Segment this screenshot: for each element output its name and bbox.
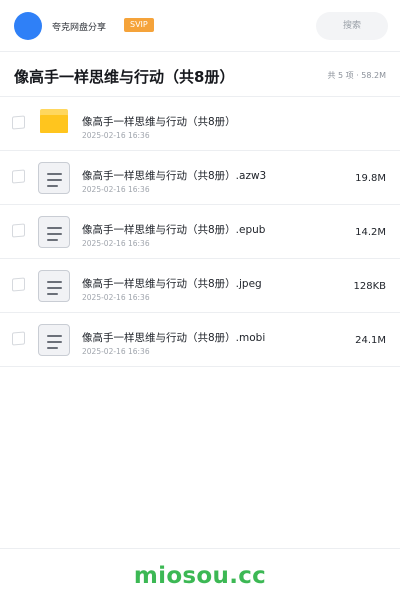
- select-checkbox[interactable]: [12, 223, 25, 238]
- file-size: 19.8M: [355, 173, 386, 184]
- file-date: 2025-02-16 16:36: [82, 347, 150, 356]
- file-name: 像高手一样思维与行动（共8册）.jpeg: [82, 278, 262, 290]
- app: 夸克网盘分享 SVIP 像高手一样思维与行动（共8册） 共 5 项 · 58.2…: [0, 0, 400, 600]
- document-icon: [37, 269, 71, 303]
- document-icon: [37, 323, 71, 357]
- footer: miosou.cc: [0, 548, 400, 600]
- select-checkbox[interactable]: [12, 169, 25, 184]
- username: 夸克网盘分享: [52, 23, 107, 33]
- search-input[interactable]: [316, 12, 388, 40]
- header: 夸克网盘分享 SVIP: [0, 0, 400, 52]
- avatar[interactable]: [14, 12, 42, 40]
- file-date: 2025-02-16 16:36: [82, 293, 150, 302]
- watermark-logo: miosou.cc: [133, 563, 267, 589]
- file-date: 2025-02-16 16:36: [82, 239, 150, 248]
- file-name: 像高手一样思维与行动（共8册）.mobi: [82, 332, 266, 344]
- file-row[interactable]: 像高手一样思维与行动（共8册）.azw3 2025-02-16 16:36 19…: [0, 151, 400, 205]
- file-name: 像高手一样思维与行动（共8册）.epub: [82, 224, 266, 236]
- file-row[interactable]: 像高手一样思维与行动（共8册）.epub 2025-02-16 16:36 14…: [0, 205, 400, 259]
- file-row[interactable]: 像高手一样思维与行动（共8册） 2025-02-16 16:36: [0, 97, 400, 151]
- select-checkbox[interactable]: [12, 331, 25, 346]
- file-size: 14.2M: [355, 227, 386, 238]
- file-row[interactable]: 像高手一样思维与行动（共8册）.mobi 2025-02-16 16:36 24…: [0, 313, 400, 367]
- item-summary: 共 5 项 · 58.2M: [327, 71, 386, 80]
- svip-badge: SVIP: [124, 18, 154, 32]
- file-date: 2025-02-16 16:36: [82, 185, 150, 194]
- title-bar: 像高手一样思维与行动（共8册） 共 5 项 · 58.2M: [0, 52, 400, 97]
- file-list: 像高手一样思维与行动（共8册） 2025-02-16 16:36 像高手一样思维…: [0, 97, 400, 367]
- file-name: 像高手一样思维与行动（共8册）.azw3: [82, 170, 267, 182]
- select-checkbox[interactable]: [12, 277, 25, 292]
- document-icon: [37, 215, 71, 249]
- folder-icon: [37, 107, 71, 141]
- file-size: 128KB: [353, 281, 386, 292]
- file-date: 2025-02-16 16:36: [82, 131, 150, 140]
- file-name: 像高手一样思维与行动（共8册）: [82, 116, 236, 128]
- file-row[interactable]: 像高手一样思维与行动（共8册）.jpeg 2025-02-16 16:36 12…: [0, 259, 400, 313]
- page-title: 像高手一样思维与行动（共8册）: [14, 68, 235, 86]
- file-size: 24.1M: [355, 335, 386, 346]
- document-icon: [37, 161, 71, 195]
- select-checkbox[interactable]: [12, 115, 25, 130]
